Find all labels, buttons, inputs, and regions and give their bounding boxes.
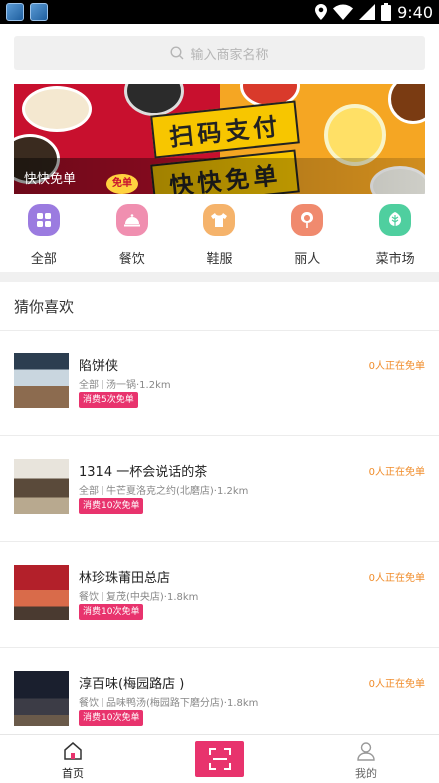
divider [0,647,439,648]
search-area: 输入商家名称 [0,24,439,84]
shop-name: 淳百味(梅园路店 ) [79,677,185,692]
bottom-tab-bar: 首页 我的 [0,734,439,782]
scan-icon [208,748,231,770]
shop-name: 陷饼侠 [79,359,119,374]
status-bar: 9:40 [0,0,439,24]
category-food[interactable]: 餐饮 [88,198,176,272]
divider [0,541,439,542]
free-order-status: 0人正在免单 [368,679,425,690]
category-label: 全部 [30,252,57,267]
shop-category: 餐饮 [79,592,99,603]
shop-thumbnail [14,459,69,514]
free-order-status: 0人正在免单 [368,361,425,372]
scan-button[interactable] [195,741,244,777]
search-input[interactable]: 输入商家名称 [14,36,425,70]
category-label: 菜市场 [375,252,415,267]
app-notification-icon [6,3,24,21]
location-icon [315,4,328,20]
battery-icon [381,3,392,21]
tab-mine[interactable]: 我的 [293,735,439,783]
category-beauty[interactable]: 丽人 [263,198,351,272]
shop-meta: 餐饮 品味鸭汤(梅园路下磨分店)·1.8km [79,694,258,709]
banner-caption: 快快免单 [24,172,77,187]
category-nav: 全部 餐饮 鞋服 丽人 菜市场 [0,198,439,272]
shop-thumbnail [14,353,69,408]
clock: 9:40 [397,2,433,22]
free-order-tag: 消费10次免单 [79,710,144,726]
shop-name: 林珍珠莆田总店 [79,571,171,586]
lotus-icon [291,204,324,236]
shop-category: 全部 [79,380,99,391]
food-plate-image [388,84,425,124]
shop-meta: 全部 牛芒夏洛克之约(北磨店)·1.2km [79,482,248,497]
shop-meta: 餐饮 复茂(中央店)·1.8km [79,588,198,603]
shop-detail: 牛芒夏洛克之约(北磨店)·1.2km [106,486,249,497]
cloche-icon [115,204,148,236]
food-plate-image [22,86,92,132]
free-order-tag: 消费5次免单 [79,392,138,408]
free-order-status: 0人正在免单 [368,467,425,478]
free-order-tag: 消费10次免单 [79,604,144,620]
category-label: 餐饮 [118,252,145,267]
shop-list-item[interactable]: 1314 一杯会说话的茶 全部 牛芒夏洛克之约(北磨店)·1.2km 消费10次免… [0,437,439,542]
section-title: 猜你喜欢 [14,298,75,316]
user-icon [357,742,375,761]
tab-label: 首页 [62,767,84,780]
home-icon [64,742,82,760]
divider [0,435,439,436]
status-indicators: 9:40 [315,2,433,22]
wifi-icon [333,4,354,20]
lemon-slice-image [324,104,386,166]
category-all[interactable]: 全部 [0,198,88,272]
shop-category: 全部 [79,486,99,497]
slogan-line-1: 扫码支付 [150,100,300,159]
tab-label: 我的 [355,767,377,780]
tab-home[interactable]: 首页 [0,735,146,783]
free-order-status: 0人正在免单 [368,573,425,584]
shop-category: 餐饮 [79,698,99,709]
category-market[interactable]: 菜市场 [351,198,439,272]
grid-icon [27,204,60,236]
free-order-tag: 消费10次免单 [79,498,144,514]
search-icon [170,46,184,60]
banner-badge: 免单 [106,174,138,194]
shirt-icon [203,204,236,236]
section-divider [0,272,439,282]
shop-detail: 复茂(中央店)·1.8km [106,592,199,603]
category-label: 鞋服 [206,252,233,267]
search-placeholder: 输入商家名称 [190,47,269,63]
shop-name: 1314 一杯会说话的茶 [79,465,208,480]
banner-caption-bar: 快快免单 [14,158,425,194]
shop-list-item[interactable]: 陷饼侠 全部 汤一锅·1.2km 消费5次免单 0人正在免单 [0,331,439,436]
shop-thumbnail [14,671,69,726]
shop-detail: 汤一锅·1.2km [106,380,171,391]
leaf-icon [379,204,412,236]
category-clothing[interactable]: 鞋服 [176,198,264,272]
promo-banner[interactable]: 扫码支付 快快免单 快快免单 免单 [14,84,425,194]
shop-list-item[interactable]: 林珍珠莆田总店 餐饮 复茂(中央店)·1.8km 消费10次免单 0人正在免单 [0,543,439,648]
category-label: 丽人 [294,252,321,267]
shop-detail: 品味鸭汤(梅园路下磨分店)·1.8km [106,698,259,709]
app-notification-icon [30,3,48,21]
signal-icon [359,4,376,20]
shop-thumbnail [14,565,69,620]
shop-meta: 全部 汤一锅·1.2km [79,376,171,391]
